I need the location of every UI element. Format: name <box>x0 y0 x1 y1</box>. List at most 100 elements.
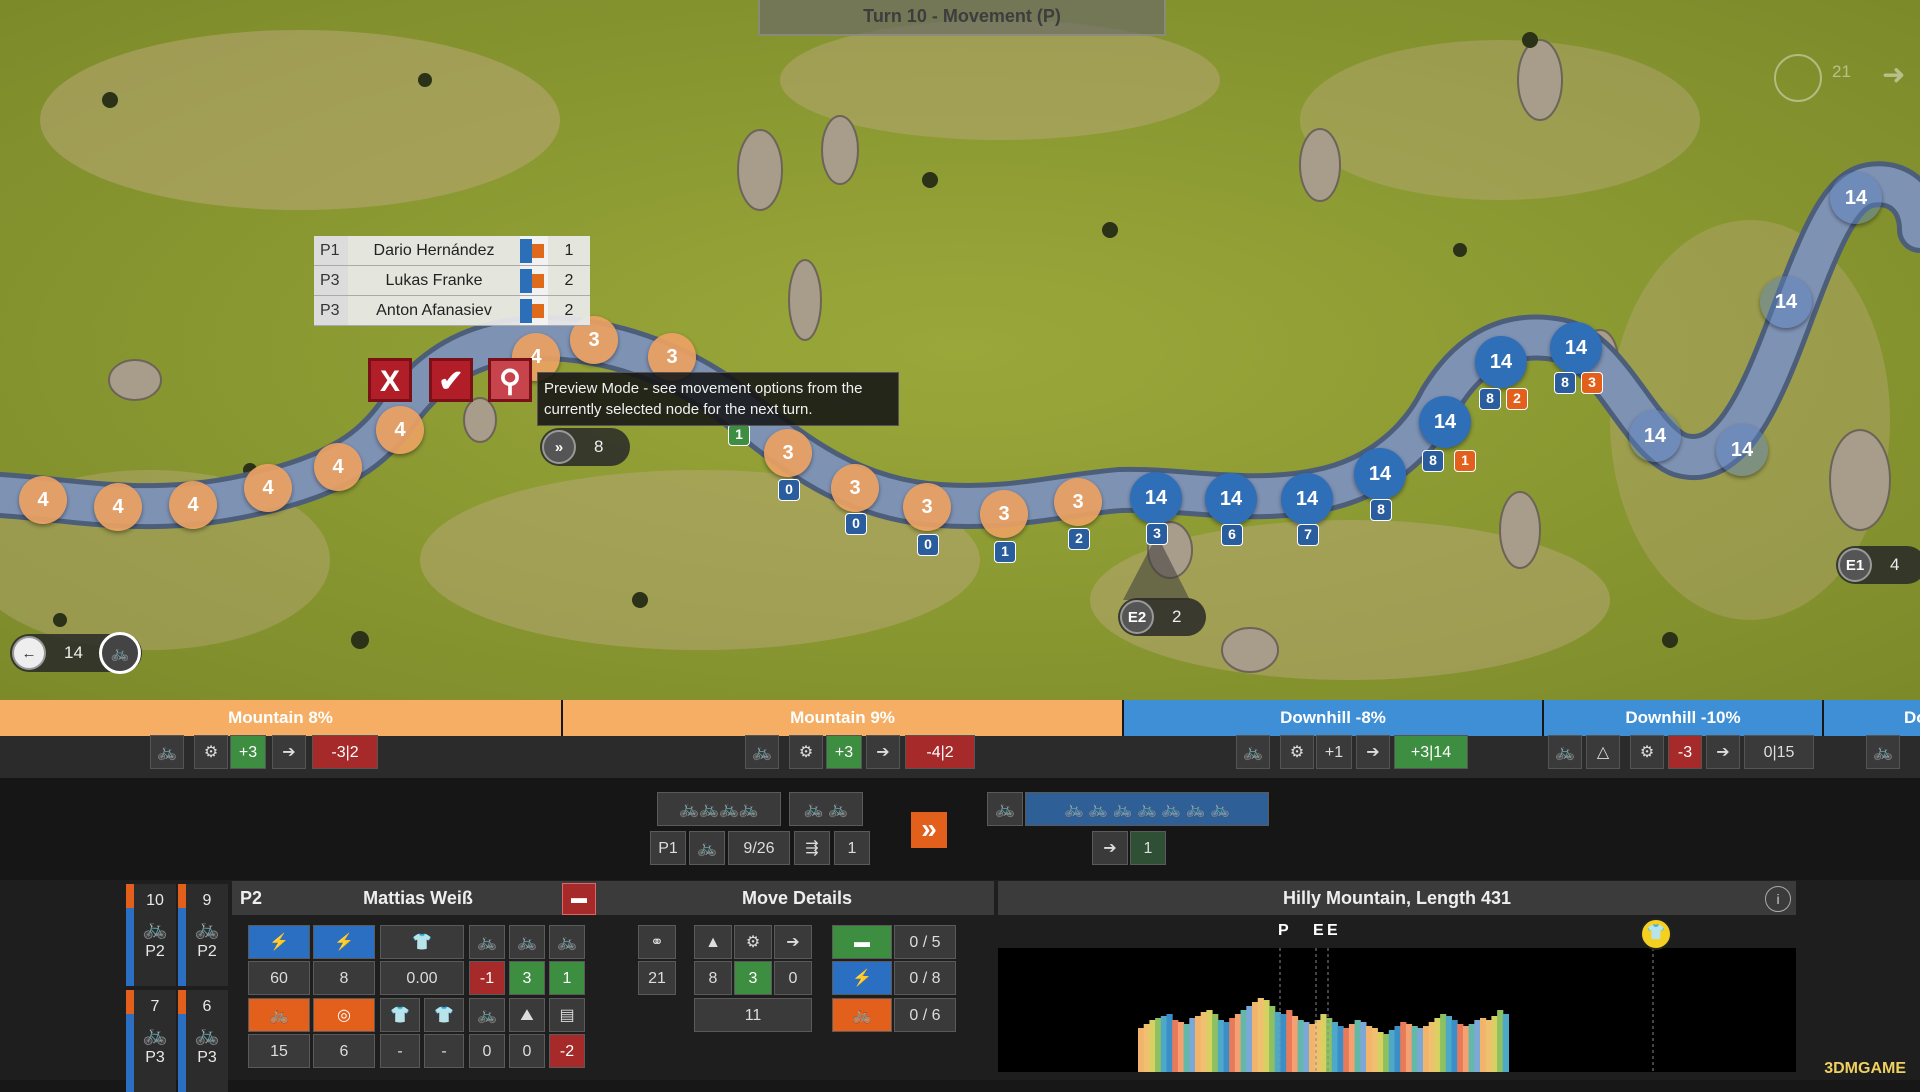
track-node-blue[interactable]: 14 <box>1130 472 1182 524</box>
track-node-blue[interactable]: 14 <box>1354 448 1406 500</box>
profile-segment <box>1423 1026 1429 1072</box>
track-node-blue[interactable]: 14 <box>1281 473 1333 525</box>
profile-segment <box>1366 1026 1372 1072</box>
terrain-1-modifier: +3 <box>230 735 266 769</box>
track-node-blue[interactable]: 14 <box>1475 336 1527 388</box>
e1-pill[interactable]: E1 4 <box>1836 546 1920 584</box>
marker-e2: E <box>1327 922 1338 940</box>
profile-segment <box>1298 1020 1304 1072</box>
track-node-blue[interactable]: 14 <box>1419 396 1471 448</box>
move-total: 11 <box>694 998 812 1032</box>
profile-segment <box>1463 1026 1469 1072</box>
mountain-icon: ▲ <box>694 925 732 959</box>
profile-segment <box>1241 1010 1247 1072</box>
track-node-orange[interactable]: 4 <box>94 483 142 531</box>
stage-profile-chart <box>998 948 1796 1072</box>
cobble-icon: ⛰ <box>509 998 545 1032</box>
profile-segment <box>1486 1020 1492 1072</box>
descend-bike-icon: 🚲 <box>549 925 585 959</box>
terrain-band-5: Do <box>1824 700 1920 736</box>
terrain-band-2: Mountain 9% <box>563 700 1122 736</box>
track-node-blue[interactable]: 14 <box>1205 473 1257 525</box>
group-riders-small-icon: 🚲 🚲 <box>789 792 863 826</box>
track-node-orange[interactable]: 4 <box>244 464 292 512</box>
fast-forward-button[interactable]: » <box>911 812 947 848</box>
profile-segment <box>1474 1020 1480 1072</box>
rest-value: 0 / 5 <box>894 925 956 959</box>
track-node-orange[interactable]: 3 <box>764 429 812 477</box>
move-details-title: Move Details <box>600 881 994 915</box>
track-node-orange[interactable]: 4 <box>376 406 424 454</box>
terrain-1-gear-icon: ⚙ <box>194 735 228 769</box>
terrain-2-modifier: +3 <box>826 735 862 769</box>
stat-flat: 3 <box>509 961 545 995</box>
track-node-orange[interactable]: 4 <box>19 476 67 524</box>
track-node-blue[interactable]: 14 <box>1629 410 1681 462</box>
profile-segment <box>1343 1028 1349 1072</box>
stat-stamina: 15 <box>248 1034 310 1068</box>
profile-segment <box>1412 1026 1418 1072</box>
track-node-orange[interactable]: 3 <box>980 490 1028 538</box>
group-panel <box>0 778 1920 880</box>
speed-pill[interactable]: » 8 <box>540 428 630 466</box>
stamina-reserve-icon: ◎ <box>313 998 375 1032</box>
profile-segment <box>1491 1016 1497 1072</box>
terrain-3-range: +3|14 <box>1394 735 1468 769</box>
profile-segment <box>1184 1024 1190 1072</box>
profile-segment <box>1372 1028 1378 1072</box>
small-rider-card[interactable]: 7 🚲 P3 <box>126 990 176 1092</box>
stat-descend: 1 <box>549 961 585 995</box>
track-node-blue[interactable]: 14 <box>1830 172 1882 224</box>
arrow-icon: ➔ <box>1092 831 1128 865</box>
track-node-orange[interactable]: 3 <box>1054 478 1102 526</box>
profile-segment <box>1218 1020 1224 1072</box>
profile-segment <box>1383 1034 1389 1072</box>
confirm-button[interactable]: ✔ <box>429 358 473 402</box>
track-node-orange[interactable]: 4 <box>314 443 362 491</box>
node-rider-count: 8 <box>1479 388 1501 410</box>
profile-segment <box>1349 1024 1355 1072</box>
track-node-orange[interactable]: 3 <box>903 483 951 531</box>
preview-mode-button[interactable]: ⚲ <box>488 358 532 402</box>
sprint-burst-icon: ⚡ <box>313 925 375 959</box>
track-node-orange[interactable]: 3 <box>831 464 879 512</box>
following-riders-icon: 🚲 🚲 🚲 🚲 🚲 🚲 🚲 <box>1025 792 1269 826</box>
small-rider-num: 6 <box>186 998 228 1016</box>
profile-segment <box>1155 1018 1161 1072</box>
node-rider-count-green: 1 <box>728 424 750 446</box>
stat-road: -2 <box>549 1034 585 1068</box>
finish-icon[interactable] <box>1774 54 1822 102</box>
small-rider-card[interactable]: 6 🚲 P3 <box>178 990 228 1092</box>
profile-segment <box>1377 1032 1383 1072</box>
stat-bike: 0 <box>469 1034 505 1068</box>
small-rider-card[interactable]: 9 🚲 P2 <box>178 884 228 986</box>
node-rider-count: 8 <box>1554 372 1576 394</box>
profile-segment <box>1292 1016 1298 1072</box>
track-node-blue[interactable]: 14 <box>1550 322 1602 374</box>
rest-bed-icon[interactable]: ▬ <box>562 883 596 915</box>
terrain-2-gear-icon: ⚙ <box>789 735 823 769</box>
gear-icon: ⚙ <box>734 925 772 959</box>
gear-value: 3 <box>734 961 772 995</box>
energy-value: 0 / 8 <box>894 961 956 995</box>
track-node-blue[interactable]: 14 <box>1716 424 1768 476</box>
track-node-blue[interactable]: 14 <box>1760 276 1812 328</box>
profile-segment <box>1332 1022 1338 1072</box>
e2-pill[interactable]: E2 2 <box>1118 598 1206 636</box>
corner-arrow-icon[interactable]: ➜ <box>1882 58 1905 91</box>
small-rider-card[interactable]: 10 🚲 P2 <box>126 884 176 986</box>
race-map[interactable]: 21 ➜ 44444443333333141414141414141414141… <box>0 0 1920 700</box>
back-pill[interactable]: ← 14 🚲 <box>10 634 142 672</box>
profile-segment <box>1480 1018 1486 1072</box>
profile-segment <box>1167 1014 1173 1072</box>
cancel-button[interactable]: X <box>368 358 412 402</box>
stat-cobble: 0 <box>509 1034 545 1068</box>
move-arrow-icon: ➔ <box>774 925 812 959</box>
rider-tooltip-num: 2 <box>548 266 590 296</box>
node-rider-count-orange: 3 <box>1581 372 1603 394</box>
info-icon[interactable]: i <box>1765 886 1791 912</box>
terrain-2-bike-icon: 🚲 <box>745 735 779 769</box>
track-node-orange[interactable]: 4 <box>169 481 217 529</box>
bike-icon: 🚲 <box>469 998 505 1032</box>
profile-segment <box>1258 998 1264 1072</box>
